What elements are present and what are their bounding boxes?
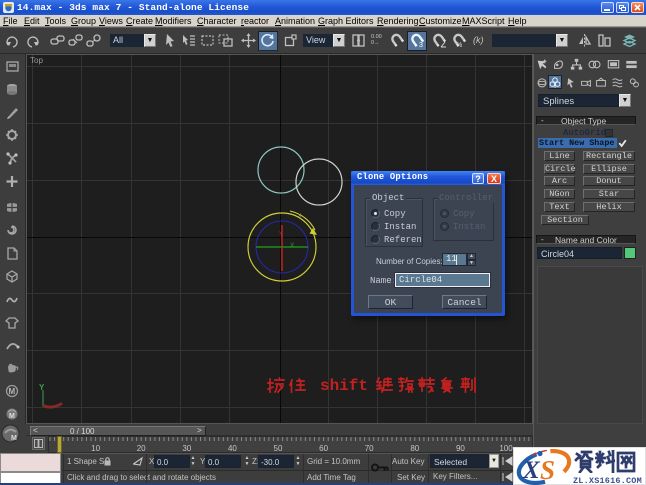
svg-text:Y: Y bbox=[39, 383, 45, 392]
svg-text:%: % bbox=[456, 42, 462, 48]
svg-text:3: 3 bbox=[419, 42, 423, 48]
svg-text:X: X bbox=[290, 242, 295, 249]
svg-text:X: X bbox=[522, 457, 541, 484]
svg-text:M: M bbox=[9, 387, 16, 396]
svg-text:M: M bbox=[9, 413, 15, 420]
svg-text:S: S bbox=[540, 455, 555, 485]
svg-text:Y: Y bbox=[279, 231, 284, 238]
